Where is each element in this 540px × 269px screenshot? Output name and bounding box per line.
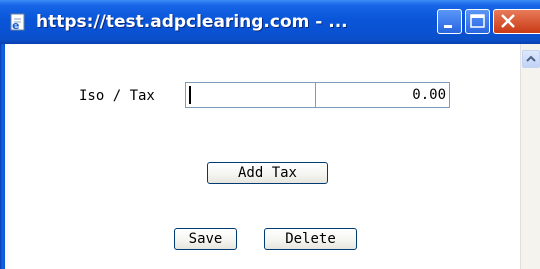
window-title: https://test.adpclearing.com - ... [36,12,348,32]
text-caret [189,86,191,104]
vertical-scrollbar[interactable] [520,44,540,269]
title-bar[interactable]: e https://test.adpclearing.com - ... [0,0,540,44]
scroll-up-button[interactable] [522,50,540,68]
ie-page-icon: e [10,13,25,32]
iso-tax-label: Iso / Tax [79,88,155,104]
minimize-icon [444,25,452,28]
iso-tax-code-input[interactable] [185,82,316,108]
save-button[interactable]: Save [174,228,237,250]
chevron-up-icon [526,55,536,62]
svg-text:e: e [12,19,19,32]
close-icon [501,14,515,28]
popup-window: e https://test.adpclearing.com - ... Iso… [0,0,540,269]
maximize-button[interactable] [465,9,490,34]
tax-rate-input[interactable] [315,82,450,108]
add-tax-button[interactable]: Add Tax [207,162,328,184]
maximize-icon [470,14,485,28]
delete-button[interactable]: Delete [264,228,357,250]
close-button[interactable] [493,9,540,34]
popup-content: Iso / Tax Add Tax Save Delete [5,44,520,269]
minimize-button[interactable] [437,9,462,34]
